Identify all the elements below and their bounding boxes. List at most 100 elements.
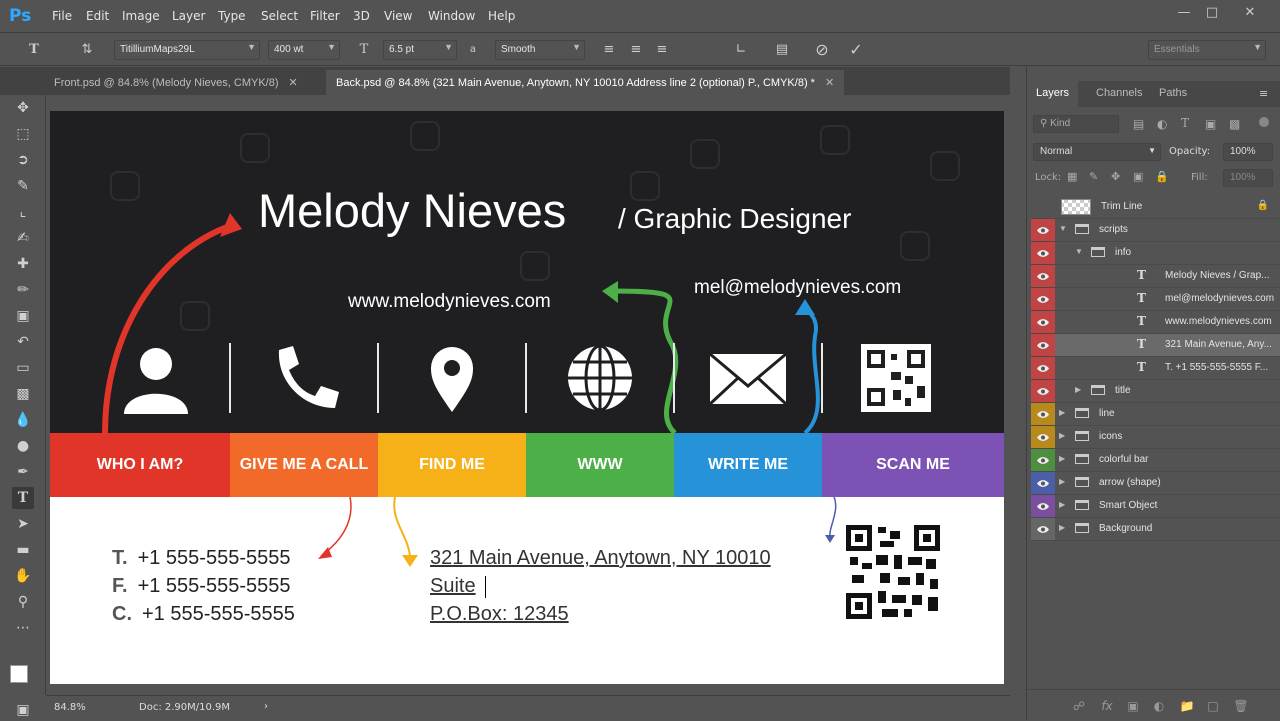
antialias-select[interactable]: Smooth ▼ xyxy=(495,40,585,60)
quick-mask-icon[interactable]: ▣ xyxy=(12,699,34,721)
layer-row[interactable]: ▶ icons xyxy=(1031,426,1280,449)
visibility-eye-icon[interactable] xyxy=(1031,426,1055,448)
card-name[interactable]: Melody Nieves xyxy=(258,183,566,238)
tab-channels[interactable]: Channels xyxy=(1087,81,1151,107)
visibility-eye-icon[interactable] xyxy=(1031,334,1055,356)
visibility-eye-icon[interactable] xyxy=(1031,518,1055,540)
collapse-arrow-icon[interactable]: ▼ xyxy=(1059,224,1067,233)
address-line-1[interactable]: 321 Main Avenue, Anytown, NY 10010 xyxy=(430,547,771,570)
blur-tool-icon[interactable]: 💧 xyxy=(12,409,34,431)
eyedropper-tool-icon[interactable]: ✍ xyxy=(12,227,34,249)
commit-edits-icon[interactable]: ✓ xyxy=(847,41,865,59)
fill-input[interactable]: 100% xyxy=(1223,169,1273,187)
maximize-icon[interactable]: □ xyxy=(1202,5,1222,21)
band-give-me-a-call[interactable]: GIVE ME A CALL xyxy=(230,433,378,497)
business-card-document[interactable]: Melody Nieves / Graphic Designer www.mel… xyxy=(50,111,1004,684)
card-email[interactable]: mel@melodynieves.com xyxy=(694,277,901,299)
layer-style-icon[interactable]: fx xyxy=(1099,698,1115,714)
filter-adjustment-icon[interactable]: ◐ xyxy=(1157,117,1167,131)
cancel-edits-icon[interactable]: ⊘ xyxy=(813,41,831,59)
phone-line[interactable]: C. +1 555-555-5555 xyxy=(112,603,295,626)
layer-row[interactable]: Twww.melodynieves.com xyxy=(1031,311,1280,334)
move-tool-icon[interactable]: ✥ xyxy=(12,97,34,119)
address-line-2[interactable]: Suite xyxy=(430,575,476,598)
close-tab-icon[interactable]: ✕ xyxy=(825,77,834,89)
hand-tool-icon[interactable]: ✋ xyxy=(12,565,34,587)
menu-image[interactable]: Image xyxy=(122,9,160,23)
layer-row[interactable]: Trim Line 🔒 xyxy=(1031,196,1280,219)
tab-back[interactable]: Back.psd @ 84.8% (321 Main Avenue, Anyto… xyxy=(326,70,845,95)
band-write-me[interactable]: WRITE ME xyxy=(674,433,822,497)
delete-layer-icon[interactable]: 🗑 xyxy=(1233,698,1249,714)
layer-row[interactable]: ▶ colorful bar xyxy=(1031,449,1280,472)
visibility-eye-icon[interactable] xyxy=(1031,288,1055,310)
menu-window[interactable]: Window xyxy=(428,9,475,23)
visibility-eye-icon[interactable] xyxy=(1031,219,1055,241)
card-website[interactable]: www.melodynieves.com xyxy=(348,291,551,313)
visibility-eye-icon[interactable] xyxy=(1031,403,1055,425)
layer-filter-input[interactable]: ⚲ Kind xyxy=(1033,115,1119,133)
band-www[interactable]: WWW xyxy=(526,433,674,497)
marquee-tool-icon[interactable]: ⬚ xyxy=(12,123,34,145)
gradient-tool-icon[interactable]: ▩ xyxy=(12,383,34,405)
address-line-3[interactable]: P.O.Box: 12345 xyxy=(430,603,569,626)
workspace-select[interactable]: Essentials ▼ xyxy=(1148,40,1266,60)
phone-line[interactable]: T. +1 555-555-5555 xyxy=(112,547,290,570)
expand-arrow-icon[interactable]: ▶ xyxy=(1075,385,1081,394)
brush-tool-icon[interactable]: ✏ xyxy=(12,279,34,301)
more-tools-icon[interactable]: ⋯ xyxy=(12,617,34,639)
layer-row[interactable]: ▶ Smart Object xyxy=(1031,495,1280,518)
filter-shape-icon[interactable]: ▣ xyxy=(1205,117,1216,131)
canvas-area[interactable]: Melody Nieves / Graphic Designer www.mel… xyxy=(46,95,1010,695)
layer-row[interactable]: ▶ arrow (shape) xyxy=(1031,472,1280,495)
collapse-arrow-icon[interactable]: ▼ xyxy=(1075,247,1083,256)
blend-mode-select[interactable]: Normal ▼ xyxy=(1033,143,1161,161)
crop-tool-icon[interactable]: ⌞ xyxy=(12,201,34,223)
opacity-input[interactable]: 100% xyxy=(1223,143,1273,161)
minimize-icon[interactable]: — xyxy=(1174,5,1194,21)
menu-help[interactable]: Help xyxy=(488,9,515,23)
menu-edit[interactable]: Edit xyxy=(86,9,109,23)
type-tool-preset-icon[interactable]: T xyxy=(25,41,43,59)
font-family-select[interactable]: TitilliumMaps29L ▼ xyxy=(114,40,260,60)
layer-row[interactable]: ▶ line xyxy=(1031,403,1280,426)
layer-row[interactable]: ▶ Background xyxy=(1031,518,1280,541)
foreground-color-swatch[interactable] xyxy=(10,665,28,683)
filter-smart-object-icon[interactable]: ▩ xyxy=(1229,117,1240,131)
expand-arrow-icon[interactable]: ▶ xyxy=(1059,408,1065,417)
dodge-tool-icon[interactable]: ● xyxy=(12,435,34,457)
menu-select[interactable]: Select xyxy=(261,9,298,23)
layer-row[interactable]: Tmel@melodynieves.com xyxy=(1031,288,1280,311)
visibility-eye-icon[interactable] xyxy=(1031,495,1055,517)
menu-filter[interactable]: Filter xyxy=(310,9,340,23)
band-find-me[interactable]: FIND ME xyxy=(378,433,526,497)
card-role[interactable]: / Graphic Designer xyxy=(618,203,851,235)
font-style-select[interactable]: 400 wt ▼ xyxy=(268,40,340,60)
tab-front[interactable]: Front.psd @ 84.8% (Melody Nieves, CMYK/8… xyxy=(44,70,308,95)
zoom-tool-icon[interactable]: ⚲ xyxy=(12,591,34,613)
band-who-i-am[interactable]: WHO I AM? xyxy=(50,433,230,497)
rectangle-tool-icon[interactable]: ▬ xyxy=(12,539,34,561)
path-selection-tool-icon[interactable]: ➤ xyxy=(12,513,34,535)
clone-stamp-tool-icon[interactable]: ▣ xyxy=(12,305,34,327)
zoom-level[interactable]: 84.8% xyxy=(54,702,86,713)
close-icon[interactable]: ✕ xyxy=(1240,5,1260,21)
close-tab-icon[interactable]: ✕ xyxy=(289,77,298,89)
lock-position-icon[interactable]: ✥ xyxy=(1111,170,1120,183)
align-right-icon[interactable]: ≡ xyxy=(653,41,671,59)
phone-line[interactable]: F. +1 555-555-5555 xyxy=(112,575,290,598)
visibility-eye-icon[interactable] xyxy=(1031,472,1055,494)
add-mask-icon[interactable]: ▣ xyxy=(1125,698,1141,714)
history-brush-tool-icon[interactable]: ↶ xyxy=(12,331,34,353)
visibility-eye-icon[interactable] xyxy=(1031,449,1055,471)
lock-artboard-icon[interactable]: ▣ xyxy=(1133,170,1143,183)
menu-3d[interactable]: 3D xyxy=(353,9,370,23)
eraser-tool-icon[interactable]: ▭ xyxy=(12,357,34,379)
visibility-eye-icon[interactable] xyxy=(1031,242,1055,264)
expand-arrow-icon[interactable]: ▶ xyxy=(1059,523,1065,532)
font-size-select[interactable]: 6.5 pt ▼ xyxy=(383,40,457,60)
lock-transparent-icon[interactable]: ▦ xyxy=(1067,170,1077,183)
filter-type-icon[interactable]: T xyxy=(1181,116,1189,130)
panel-menu-icon[interactable]: ≡ xyxy=(1259,87,1268,100)
new-group-icon[interactable]: 📁 xyxy=(1179,698,1195,714)
